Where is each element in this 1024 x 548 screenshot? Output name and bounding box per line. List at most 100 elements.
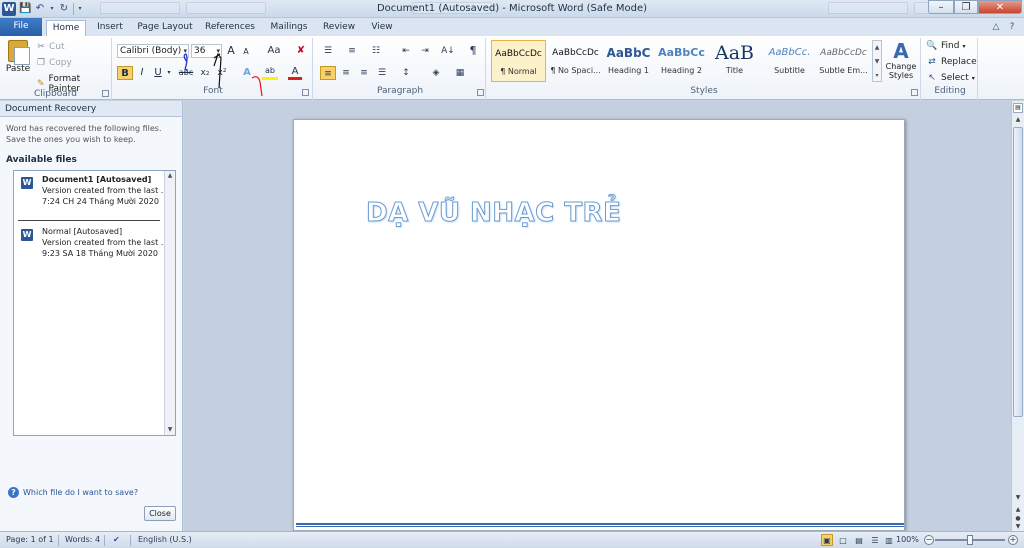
page-count[interactable]: Page: 1 of 1 — [6, 532, 54, 548]
outline-view-icon[interactable]: ☰ — [869, 534, 881, 546]
style-normal[interactable]: AaBbCcDc ¶ Normal — [491, 40, 546, 82]
cut-button[interactable]: ✂ Cut — [36, 42, 64, 52]
style-heading-1[interactable]: AaBbC Heading 1 — [601, 40, 656, 82]
align-right-icon[interactable]: ≡ — [356, 66, 372, 80]
zoom-level[interactable]: 100% — [896, 532, 919, 548]
document-page[interactable]: DẠ VŨ NHẠC TRẺ — [293, 119, 905, 531]
tab-references[interactable]: References — [202, 20, 258, 36]
scroll-down-icon[interactable]: ▼ — [1013, 493, 1023, 503]
justify-icon[interactable]: ☰ — [374, 66, 390, 80]
vertical-scrollbar[interactable]: ▤ ▲ ▼ ▲ ● ▼ — [1011, 101, 1024, 531]
styles-gallery-scroll[interactable]: ▲ ▼ ▾ — [872, 40, 882, 82]
zoom-in-icon[interactable]: + — [1008, 535, 1018, 545]
change-case-button[interactable]: Aa — [265, 44, 283, 58]
increase-indent-icon[interactable]: ⇥ — [417, 44, 433, 58]
clipboard-group-label: Clipboard — [34, 89, 77, 99]
underline-button[interactable]: U — [152, 66, 164, 80]
scroll-up-icon[interactable]: ▲ — [165, 171, 175, 181]
binoculars-icon: 🔍 — [926, 41, 938, 51]
file-list-scrollbar[interactable]: ▲ ▼ — [164, 171, 175, 435]
close-window-button[interactable]: ✕ — [978, 0, 1022, 14]
replace-button[interactable]: ⇄ Replace — [926, 57, 977, 67]
numbering-icon[interactable]: ≡ — [344, 44, 360, 58]
zoom-slider-thumb[interactable] — [967, 535, 973, 545]
shading-icon[interactable]: ◈ — [428, 66, 444, 80]
decrease-indent-icon[interactable]: ⇤ — [398, 44, 414, 58]
style-no-spacing[interactable]: AaBbCcDc ¶ No Spaci... — [548, 40, 603, 82]
restore-button[interactable]: ❐ — [954, 0, 978, 14]
copy-button[interactable]: ❐ Copy — [36, 58, 72, 68]
chevron-down-icon: ▾ — [216, 47, 220, 55]
style-subtle-emphasis[interactable]: AaBbCcDc Subtle Em... — [816, 40, 871, 82]
tab-view[interactable]: View — [366, 20, 398, 36]
replace-label: Replace — [941, 57, 977, 67]
tab-page-layout[interactable]: Page Layout — [136, 20, 194, 36]
document-heading-text[interactable]: DẠ VŨ NHẠC TRẺ — [365, 198, 621, 229]
paste-button[interactable]: Paste — [4, 40, 32, 84]
word-count[interactable]: Words: 4 — [65, 532, 100, 548]
superscript-button[interactable]: x² — [215, 66, 229, 80]
recovered-file-item[interactable]: W Document1 [Autosaved] Version created … — [18, 175, 168, 215]
editing-group-label: Editing — [934, 86, 966, 96]
tab-home[interactable]: Home — [46, 20, 86, 36]
scroll-down-icon[interactable]: ▼ — [165, 425, 175, 435]
view-ruler-icon[interactable]: ▤ — [1013, 103, 1023, 113]
line-spacing-icon[interactable]: ↕ — [398, 66, 414, 80]
bullets-icon[interactable]: ☰ — [320, 44, 336, 58]
show-formatting-button[interactable]: ¶ — [465, 44, 481, 58]
align-left-icon[interactable]: ≡ — [320, 66, 336, 80]
style-heading-2[interactable]: AaBbCc Heading 2 — [654, 40, 709, 82]
font-color-button[interactable]: A — [288, 66, 302, 80]
print-layout-view-icon[interactable]: ▣ — [821, 534, 833, 546]
tab-review[interactable]: Review — [320, 20, 358, 36]
style-caption: Heading 2 — [661, 66, 702, 75]
full-screen-view-icon[interactable]: □ — [837, 534, 849, 546]
close-recovery-button[interactable]: Close — [144, 506, 176, 521]
shrink-font-button[interactable]: A — [241, 45, 251, 59]
font-launcher-icon[interactable] — [302, 89, 309, 96]
italic-button[interactable]: I — [136, 66, 148, 80]
minimize-button[interactable]: – — [928, 0, 954, 14]
styles-launcher-icon[interactable] — [911, 89, 918, 96]
clear-formatting-icon[interactable]: ✘ — [294, 44, 308, 58]
style-preview: AaBbCc — [658, 46, 705, 59]
language-indicator[interactable]: English (U.S.) — [138, 532, 192, 548]
zoom-out-icon[interactable]: − — [924, 535, 934, 545]
scroll-thumb[interactable] — [1013, 127, 1023, 417]
draft-view-icon[interactable]: ▥ — [883, 534, 895, 546]
tab-file[interactable]: File — [0, 18, 42, 36]
recovered-file-item[interactable]: W Normal [Autosaved] Version created fro… — [18, 227, 168, 267]
paragraph-launcher-icon[interactable] — [477, 89, 484, 96]
scroll-up-icon[interactable]: ▲ — [1013, 115, 1023, 125]
help-icon[interactable]: ? — [1006, 21, 1018, 33]
sort-button[interactable]: A↓ — [440, 44, 456, 58]
font-name-combobox[interactable]: Calibri (Body) ▾ — [117, 44, 189, 58]
tab-insert[interactable]: Insert — [92, 20, 128, 36]
bold-button[interactable]: B — [117, 66, 133, 80]
grow-font-button[interactable]: A — [225, 44, 237, 58]
clipboard-launcher-icon[interactable] — [102, 90, 109, 97]
underline-dropdown-icon[interactable]: ▾ — [166, 66, 172, 80]
proofing-icon[interactable]: ✔ — [113, 532, 120, 548]
subscript-button[interactable]: x₂ — [198, 66, 212, 80]
web-layout-view-icon[interactable]: ▤ — [853, 534, 865, 546]
select-button[interactable]: ↖ Select ▾ — [926, 73, 975, 83]
borders-icon[interactable]: ▦ — [452, 66, 468, 80]
strikethrough-button[interactable]: abc — [178, 66, 194, 80]
text-effects-button[interactable]: A — [240, 66, 254, 80]
multilevel-list-icon[interactable]: ☷ — [368, 44, 384, 58]
font-size-combobox[interactable]: 36 ▾ — [191, 44, 222, 58]
style-title[interactable]: AaB Title — [707, 40, 762, 82]
change-styles-button[interactable]: A Change Styles — [883, 40, 919, 86]
recovered-files-list: W Document1 [Autosaved] Version created … — [13, 170, 176, 436]
copy-icon: ❐ — [36, 58, 46, 68]
align-center-icon[interactable]: ≡ — [338, 66, 354, 80]
which-file-help-link[interactable]: ? Which file do I want to save? — [8, 487, 138, 498]
find-button[interactable]: 🔍 Find ▾ — [926, 41, 965, 51]
highlight-button[interactable]: ab — [262, 66, 278, 80]
tab-mailings[interactable]: Mailings — [266, 20, 312, 36]
minimize-ribbon-icon[interactable]: △ — [990, 21, 1002, 33]
document-recovery-pane: Document Recovery Word has recovered the… — [0, 101, 183, 531]
style-preview: AaB — [714, 42, 754, 64]
style-subtitle[interactable]: AaBbCc. Subtitle — [762, 40, 817, 82]
